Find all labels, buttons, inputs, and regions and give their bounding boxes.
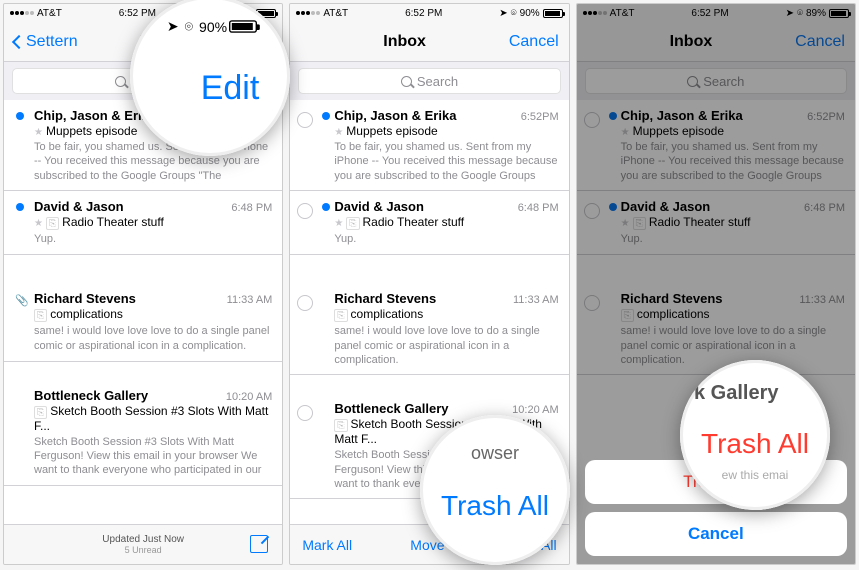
magnifier-trash-red: k Gallery Trash All ew this emai (680, 360, 830, 510)
select-circle[interactable] (297, 112, 313, 128)
unread-dot-icon (16, 203, 24, 211)
star-icon: ★ (334, 127, 343, 138)
email-row[interactable]: 📎 Richard Stevens 11:33 AM ⎘complications… (4, 283, 282, 362)
nav-bar: Inbox Cancel (577, 22, 855, 62)
thread-tag-icon: ⎘ (334, 419, 347, 432)
select-circle[interactable] (297, 405, 313, 421)
attachment-icon: 📎 (15, 294, 29, 307)
chevron-left-icon (12, 34, 26, 48)
status-bar: AT&T 6:52 PM ➤⌾89% (577, 4, 855, 22)
email-row[interactable]: David & Jason 6:48 PM ★⎘Radio Theater stu… (4, 191, 282, 255)
trash-all-zoom-label: Trash All (441, 490, 549, 522)
email-row[interactable]: Chip, Jason & Erika6:52PM ★Muppets episo… (290, 100, 568, 191)
email-preview: Yup. (34, 232, 272, 246)
signal-dots-icon (10, 11, 34, 15)
search-input[interactable]: Search (298, 68, 560, 94)
unread-dot-icon (16, 112, 24, 120)
back-button[interactable]: Settern (14, 33, 78, 51)
select-circle[interactable] (297, 295, 313, 311)
signal-dots-icon (296, 11, 320, 15)
edit-zoom-label: Edit (201, 69, 260, 108)
thread-tag-icon: ⎘ (46, 217, 59, 230)
thread-tag-icon: ⎘ (346, 217, 359, 230)
cancel-button[interactable]: Cancel (509, 33, 559, 51)
bluetooth-icon: ⌾ (511, 8, 517, 19)
star-icon: ★ (34, 218, 43, 229)
email-time: 11:33 AM (227, 294, 273, 306)
email-subject: Sketch Booth Session #3 Slots With Matt … (34, 404, 268, 433)
email-time: 6:48 PM (231, 202, 272, 214)
magnifier-edit: ➤⌾90% Edit (130, 0, 290, 156)
compose-button[interactable] (250, 535, 268, 553)
email-subject: Muppets episode (46, 124, 137, 138)
bottom-toolbar: Updated Just Now 5 Unread (4, 524, 282, 564)
nav-title: Inbox (383, 33, 426, 51)
email-preview: Sketch Booth Session #3 Slots With Matt … (34, 435, 272, 477)
email-list: Chip, Jason & Erika6:52PM ★Muppets episo… (4, 100, 282, 524)
signal-dots-icon (583, 11, 607, 15)
star-icon: ★ (334, 218, 343, 229)
email-row[interactable]: David & Jason6:48 PM ★⎘Radio Theater stu… (290, 191, 568, 255)
star-icon: ★ (34, 127, 43, 138)
status-time: 6:52 PM (119, 8, 156, 19)
search-icon (115, 76, 126, 87)
search-icon (401, 76, 412, 87)
magnifier-trash-blue: owser Trash All (420, 415, 570, 565)
battery-icon (543, 9, 563, 18)
status-bar: AT&T 6:52 PM ➤⌾90% (290, 4, 568, 22)
thread-tag-icon: ⎘ (34, 406, 47, 419)
search-input: Search (585, 68, 847, 94)
email-from: Bottleneck Gallery (34, 388, 148, 403)
email-from: David & Jason (34, 199, 124, 214)
select-circle[interactable] (297, 203, 313, 219)
mark-all-button[interactable]: Mark All (302, 537, 352, 553)
carrier-label: AT&T (37, 8, 62, 19)
email-row[interactable]: Richard Stevens11:33 AM ⎘complications s… (290, 283, 568, 375)
search-icon (687, 76, 698, 87)
bluetooth-icon: ⌾ (797, 8, 803, 19)
unread-count: 5 Unread (125, 545, 162, 555)
email-row[interactable]: Bottleneck Gallery10:20 AM ⎘Sketch Booth… (4, 380, 282, 486)
updated-label: Updated Just Now (102, 534, 184, 545)
email-subject: Radio Theater stuff (62, 215, 164, 229)
email-preview: same! i would love love love to do a sin… (34, 324, 272, 353)
nav-bar: Inbox Cancel (290, 22, 568, 62)
location-icon: ➤ (786, 8, 794, 19)
sheet-cancel-button[interactable]: Cancel (585, 512, 847, 556)
email-time: 10:20 AM (226, 391, 272, 403)
back-label: Settern (26, 33, 78, 51)
trash-all-red-zoom-label: Trash All (701, 428, 809, 460)
email-subject: complications (50, 307, 123, 321)
battery-icon (829, 9, 849, 18)
email-from: Richard Stevens (34, 291, 136, 306)
location-icon: ➤ (499, 8, 507, 19)
thread-tag-icon: ⎘ (34, 309, 47, 322)
thread-tag-icon: ⎘ (334, 309, 347, 322)
